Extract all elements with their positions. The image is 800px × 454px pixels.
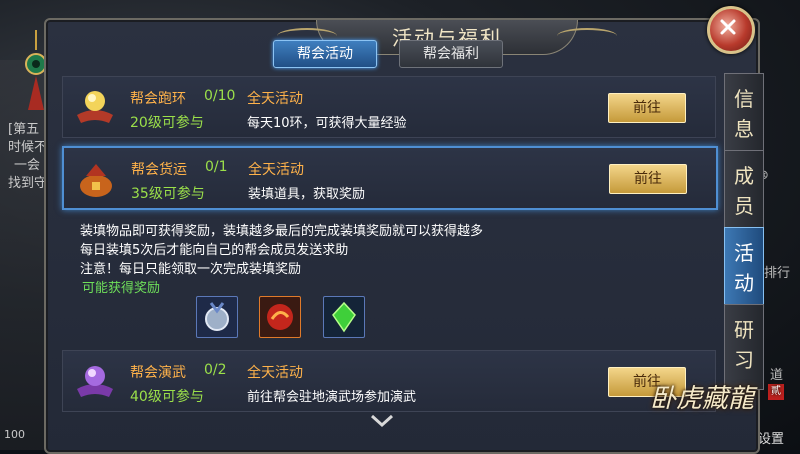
side-tab-char: 研 [734, 318, 754, 342]
activity-description: 前往帮会驻地演武场参加演武 [247, 390, 417, 405]
green-gem-icon [332, 301, 356, 333]
red-orb-icon [267, 304, 293, 330]
reward-label: 可能获得奖励 [82, 281, 161, 296]
tab-guild-welfare[interactable]: 帮会福利 [399, 40, 503, 68]
activity-name: 帮会演武 [130, 365, 186, 381]
activity-name: 帮会货运 [131, 162, 187, 178]
side-tab-info[interactable]: 信 息 [724, 73, 764, 159]
detail-line-1: 装填物品即可获得奖励，装填越多最后的完成装填奖励就可以获得越多 [80, 224, 484, 239]
side-tab-char: 信 [734, 87, 754, 111]
tab-guild-activity[interactable]: 帮会活动 [273, 40, 377, 68]
activity-row-paohuan[interactable]: 帮会跑环 0/10 全天活动 20级可参与 每天10环，可获得大量经验 前往 [62, 76, 716, 138]
scroll-orb-icon [77, 91, 113, 123]
go-button[interactable]: 前往 [608, 93, 686, 123]
activity-level: 40级可参与 [130, 389, 204, 405]
logo-text: 卧虎藏龍 [650, 384, 755, 414]
activity-progress: 0/1 [205, 159, 228, 175]
side-tab-char: 动 [734, 271, 754, 295]
martial-scroll-icon [77, 366, 113, 397]
side-tab-char: 习 [734, 348, 754, 372]
background-settings-text: 设置 [758, 432, 785, 447]
activity-time: 全天活动 [247, 91, 303, 107]
background-rank-text: 排行 [764, 266, 791, 281]
scroll-down-arrow-icon[interactable] [370, 414, 394, 428]
close-icon [720, 19, 736, 35]
activity-name: 帮会跑环 [130, 91, 186, 107]
reward-item-1[interactable] [196, 296, 238, 338]
background-dao-text: 道 [770, 368, 784, 383]
side-tab-char: 员 [734, 194, 754, 218]
activity-progress: 0/2 [204, 362, 227, 378]
activity-description: 每天10环，可获得大量经验 [247, 116, 407, 131]
go-button[interactable]: 前往 [609, 164, 687, 194]
activity-row-yanwu[interactable]: 帮会演武 0/2 全天活动 40级可参与 前往帮会驻地演武场参加演武 前往 [62, 350, 716, 412]
side-tab-char: 活 [734, 241, 754, 265]
cargo-bag-icon [80, 164, 112, 197]
side-tab-char: 成 [734, 164, 754, 188]
background-text-4: 找到守 [8, 176, 48, 191]
background-number: 100 [4, 428, 25, 441]
activity-row-huoyun[interactable]: 帮会货运 0/1 全天活动 35级可参与 装填道具，获取奖励 前往 [62, 146, 718, 210]
close-button[interactable] [707, 6, 755, 54]
activity-time: 全天活动 [248, 162, 304, 178]
side-tab-activity[interactable]: 活 动 [724, 227, 764, 313]
side-tab-char: 息 [734, 117, 754, 141]
background-text-2: 时候不 [8, 140, 48, 155]
activity-progress: 0/10 [204, 88, 236, 104]
logo-seal: 貳 [768, 384, 784, 400]
activity-description: 装填道具，获取奖励 [248, 187, 366, 202]
background-text-3: 一会 [14, 158, 41, 173]
activity-time: 全天活动 [247, 365, 303, 381]
reward-item-2[interactable] [259, 296, 301, 338]
detail-line-2: 每日装填5次后才能向自己的帮会成员发送求助 [80, 243, 349, 258]
side-tab-members[interactable]: 成 员 [724, 150, 764, 236]
background-text-1: [第五 [8, 122, 40, 137]
activity-level: 20级可参与 [130, 115, 204, 131]
reward-item-3[interactable] [323, 296, 365, 338]
detail-line-3: 注意！每日只能领取一次完成装填奖励 [80, 262, 302, 277]
activity-level: 35级可参与 [131, 186, 205, 202]
medal-icon [205, 302, 229, 331]
game-logo: 卧虎藏龍 貳 [650, 378, 784, 415]
